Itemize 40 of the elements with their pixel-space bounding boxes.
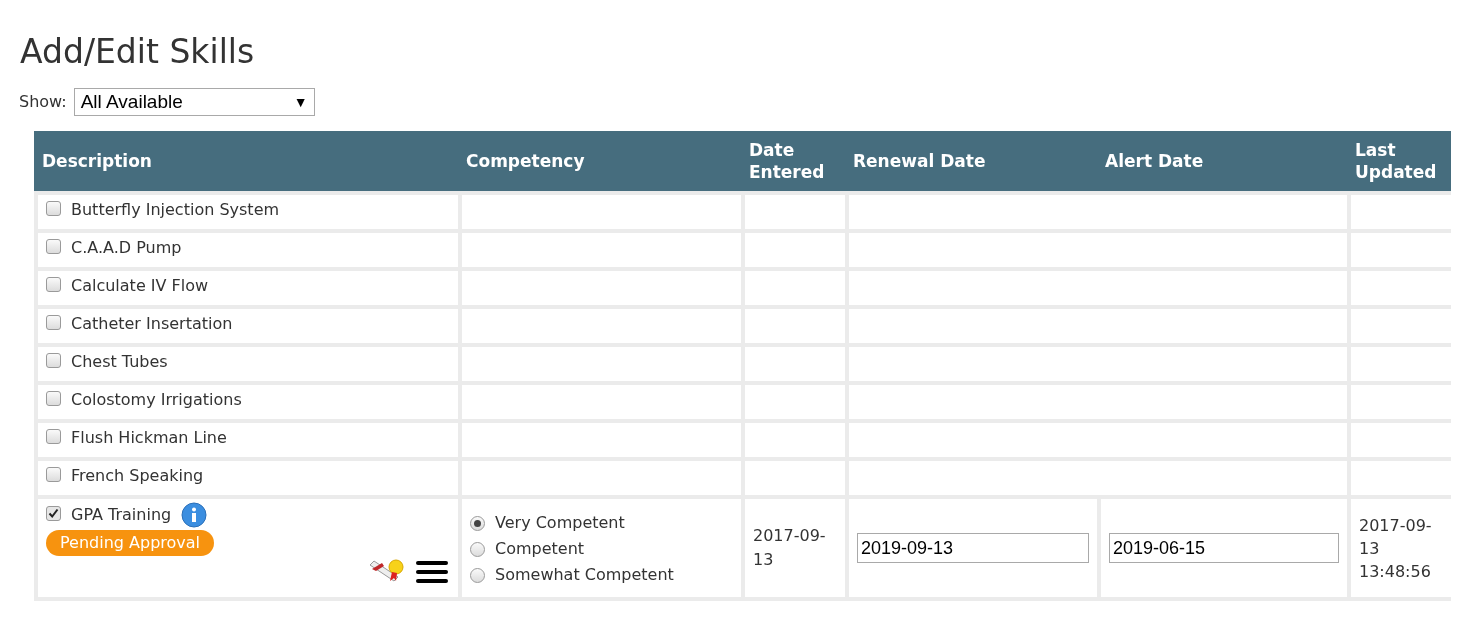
checkbox[interactable] <box>46 467 61 482</box>
skill-name: Colostomy Irrigations <box>71 389 242 411</box>
radio-button[interactable] <box>470 541 485 557</box>
column-header[interactable]: Last Updated <box>1355 139 1447 183</box>
checkbox[interactable] <box>46 429 61 444</box>
info-icon[interactable] <box>181 502 208 528</box>
skill-name: Butterfly Injection System <box>71 199 280 221</box>
skill-name: Catheter Insertation <box>71 313 233 335</box>
checkbox[interactable] <box>46 391 61 406</box>
filter-dropdown[interactable]: All Available ▼ <box>73 88 315 116</box>
menu-icon[interactable] <box>416 560 448 584</box>
column-header[interactable]: Date Entered <box>749 139 841 183</box>
column-header[interactable]: Renewal Date <box>853 150 986 172</box>
skill-name: Chest Tubes <box>71 351 168 373</box>
skill-name: French Speaking <box>71 465 204 487</box>
checkbox[interactable] <box>46 239 61 254</box>
skill-name: C.A.A.D Pump <box>71 237 182 259</box>
radio-button[interactable] <box>470 515 485 531</box>
competency-option[interactable]: Somewhat Competent <box>495 563 674 587</box>
checkbox[interactable] <box>46 277 61 292</box>
filter-label: Show: <box>19 91 67 113</box>
page-title: Add/Edit Skills <box>20 31 256 73</box>
column-header[interactable]: Competency <box>466 150 585 172</box>
competency-option[interactable]: Very Competent <box>495 511 625 535</box>
checkbox[interactable] <box>46 506 61 521</box>
skill-name: Flush Hickman Line <box>71 427 227 449</box>
renewal-date-field[interactable]: 2019-09-13 <box>857 533 1089 563</box>
column-header[interactable]: Description <box>42 150 152 172</box>
checkbox[interactable] <box>46 201 61 216</box>
competency-option[interactable]: Competent <box>495 537 585 561</box>
status-badge: Pending Approval <box>46 530 215 556</box>
checkbox[interactable] <box>46 315 61 330</box>
date-entered: 2017-09-13 <box>753 525 827 571</box>
column-header[interactable]: Alert Date <box>1105 150 1204 172</box>
skill-name: Calculate IV Flow <box>71 275 209 297</box>
checkbox[interactable] <box>46 353 61 368</box>
last-updated: 2017-09-13 13:48:56 <box>1359 514 1433 583</box>
alert-date-field[interactable]: 2019-06-15 <box>1109 533 1339 563</box>
skill-name: GPA Training <box>71 504 172 526</box>
radio-button[interactable] <box>470 567 485 583</box>
